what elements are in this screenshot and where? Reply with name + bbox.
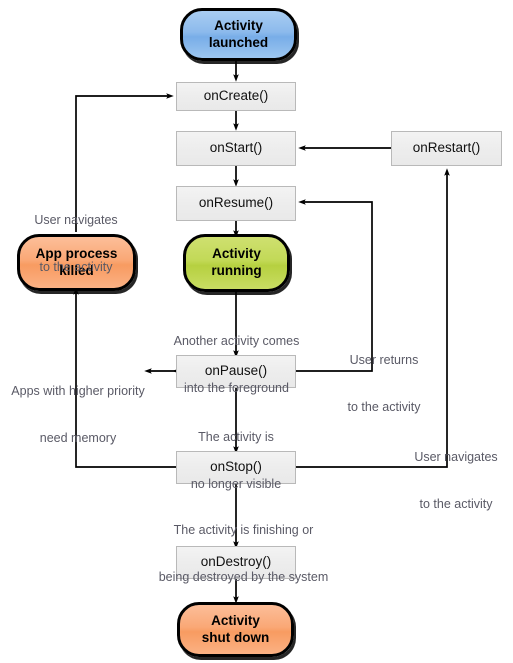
activity-running-line1: Activity [212,246,261,262]
node-onrestart[interactable]: onRestart() [391,131,502,166]
activity-running-line2: running [211,263,262,278]
edge-label-finishing-destroyed: The activity is finishing or being destr… [141,492,346,617]
no-longer-visible-line2: no longer visible [190,477,282,492]
activity-shut-down-label: Activity shut down [202,613,270,647]
edge-label-higher-priority: Apps with higher priority need memory [8,353,148,478]
activity-lifecycle-diagram: Activity launched onCreate() onStart() o… [0,0,513,663]
finishing-destroyed-line1: The activity is finishing or [173,523,314,538]
activity-launched-line1: Activity [214,17,263,33]
activity-launched-line2: launched [208,34,269,50]
activity-shut-down-line2: shut down [201,629,270,645]
user-returns-line2: to the activity [347,400,421,415]
user-navigates-left-line1: User navigates [34,213,118,228]
no-longer-visible-line1: The activity is [198,430,274,445]
edge-label-user-navigates-left: User navigates to the activity [16,182,136,307]
node-activity-launched[interactable]: Activity launched [180,8,297,61]
another-activity-line1: Another activity comes [173,334,300,349]
node-onstart[interactable]: onStart() [176,131,296,166]
activity-running-label: Activity running [211,246,261,280]
node-onresume[interactable]: onResume() [176,186,296,221]
edge-label-user-navigates-right: User navigates to the activity [404,419,508,544]
node-activity-running[interactable]: Activity running [183,234,290,292]
user-navigates-right-line1: User navigates [414,450,498,465]
activity-launched-label: Activity launched [209,18,268,52]
higher-priority-line2: need memory [39,431,117,446]
node-oncreate[interactable]: onCreate() [176,82,296,111]
user-navigates-right-line2: to the activity [419,497,493,512]
higher-priority-line1: Apps with higher priority [11,384,145,399]
user-returns-line1: User returns [349,353,419,368]
another-activity-line2: into the foreground [184,381,289,396]
user-navigates-left-line2: to the activity [39,260,113,275]
finishing-destroyed-line2: being destroyed by the system [158,570,329,585]
